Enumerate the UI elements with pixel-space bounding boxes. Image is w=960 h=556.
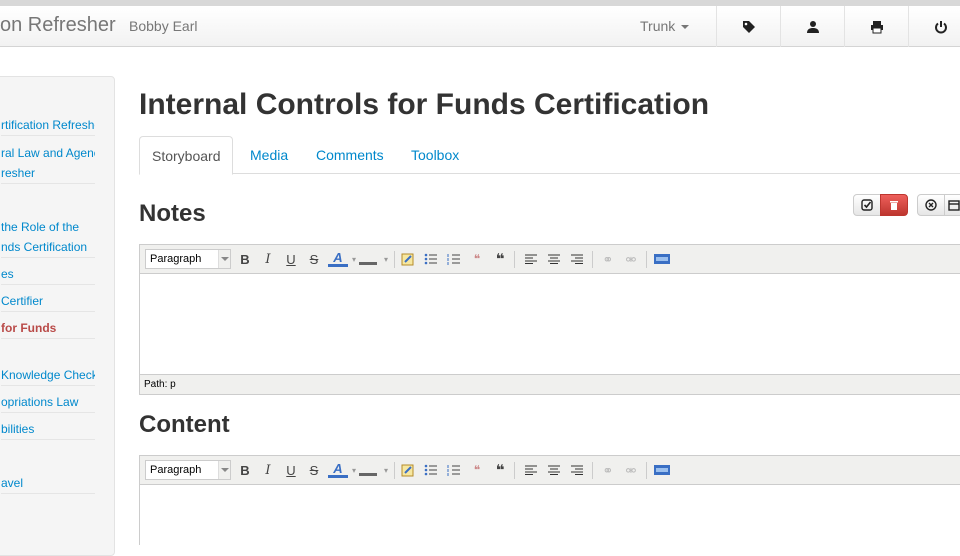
italic-icon[interactable]: I: [258, 461, 278, 480]
app-brand[interactable]: on Refresher: [0, 14, 116, 37]
sidebar: rtification Refresher ral Law and Agency…: [0, 76, 115, 556]
power-icon: [934, 20, 947, 33]
underline-icon[interactable]: U: [281, 250, 301, 269]
align-left-icon[interactable]: [521, 461, 541, 480]
content-text-area[interactable]: [140, 485, 960, 545]
sidebar-item[interactable]: Certifier: [1, 291, 95, 312]
chevron-down-icon: [218, 461, 230, 479]
toolbar-separator: [514, 462, 515, 479]
check-icon: [861, 199, 873, 211]
sidebar-item[interactable]: the Role of the: [1, 217, 95, 237]
unlink-icon[interactable]: ⚮: [621, 250, 641, 269]
edit-icon[interactable]: [398, 461, 418, 480]
toolbar-separator: [646, 462, 647, 479]
branch-dropdown[interactable]: Trunk: [640, 18, 690, 34]
toolbar-separator: [646, 251, 647, 268]
tag-button[interactable]: [716, 6, 780, 47]
unquote-icon[interactable]: ❝: [467, 250, 487, 269]
background-color-icon[interactable]: [359, 250, 377, 265]
cancel-button[interactable]: [917, 194, 945, 216]
blockquote-icon[interactable]: ❝: [490, 461, 510, 480]
chevron-down-icon: [218, 250, 230, 268]
user-name[interactable]: Bobby Earl: [129, 18, 197, 34]
strikethrough-icon[interactable]: S: [304, 250, 324, 269]
background-color-dropdown-icon[interactable]: ▾: [376, 461, 396, 480]
sidebar-item[interactable]: es: [1, 264, 95, 285]
notes-editor: Paragraph B I U S A ▾ ▾ ❝ ❝ ⚭ ⚮ Path: p: [139, 244, 960, 395]
sidebar-item[interactable]: Knowledge Check: [1, 365, 95, 386]
print-button[interactable]: [844, 6, 908, 47]
content-heading: Content: [139, 411, 230, 438]
format-select[interactable]: Paragraph: [145, 249, 231, 269]
sidebar-item[interactable]: resher: [1, 163, 95, 184]
content-toolbar: Paragraph B I U S A ▾ ▾ ❝ ❝ ⚭ ⚮: [140, 456, 960, 485]
sidebar-item[interactable]: ral Law and Agency: [1, 143, 95, 163]
html-source-icon[interactable]: [652, 461, 672, 480]
format-select-label: Paragraph: [150, 253, 202, 265]
tab-bar: Storyboard Media Comments Toolbox: [139, 136, 960, 175]
sidebar-item[interactable]: opriations Law: [1, 392, 95, 413]
background-color-icon[interactable]: [359, 461, 377, 476]
bullet-list-icon[interactable]: [421, 461, 441, 480]
chevron-down-icon: [681, 25, 690, 30]
bold-icon[interactable]: B: [235, 461, 255, 480]
bullet-list-icon[interactable]: [421, 250, 441, 269]
notes-heading: Notes: [139, 200, 206, 227]
align-right-icon[interactable]: [567, 461, 587, 480]
delete-button[interactable]: [880, 194, 908, 216]
format-select[interactable]: Paragraph: [145, 460, 231, 480]
tab-storyboard[interactable]: Storyboard: [139, 136, 234, 175]
tab-toolbox[interactable]: Toolbox: [399, 136, 471, 174]
toolbar-separator: [394, 251, 395, 268]
sidebar-item[interactable]: avel: [1, 473, 95, 494]
align-left-icon[interactable]: [521, 250, 541, 269]
user-button[interactable]: [780, 6, 844, 47]
tab-media[interactable]: Media: [238, 136, 300, 174]
toolbar-separator: [394, 462, 395, 479]
tab-comments[interactable]: Comments: [304, 136, 396, 174]
italic-icon[interactable]: I: [258, 250, 278, 269]
toolbar-separator: [592, 462, 593, 479]
toolbar-separator: [592, 251, 593, 268]
format-select-label: Paragraph: [150, 464, 202, 476]
content-editor: Paragraph B I U S A ▾ ▾ ❝ ❝ ⚭ ⚮: [139, 455, 960, 545]
calendar-icon: [948, 200, 960, 211]
page-title: Internal Controls for Funds Certificatio…: [139, 88, 710, 121]
sidebar-item[interactable]: nds Certification: [1, 237, 95, 258]
link-icon[interactable]: ⚭: [598, 250, 618, 269]
strikethrough-icon[interactable]: S: [304, 461, 324, 480]
unquote-icon[interactable]: ❝: [467, 461, 487, 480]
underline-icon[interactable]: U: [281, 461, 301, 480]
align-center-icon[interactable]: [544, 250, 564, 269]
calendar-button[interactable]: [944, 194, 960, 216]
edit-icon[interactable]: [398, 250, 418, 269]
numbered-list-icon[interactable]: [444, 461, 464, 480]
top-navbar: on Refresher Bobby Earl Trunk: [0, 0, 960, 47]
align-right-icon[interactable]: [567, 250, 587, 269]
tag-icon: [742, 20, 755, 33]
link-icon[interactable]: ⚭: [598, 461, 618, 480]
logout-button[interactable]: [908, 6, 960, 47]
print-icon: [870, 20, 883, 33]
toolbar-separator: [514, 251, 515, 268]
align-center-icon[interactable]: [544, 461, 564, 480]
trash-icon: [890, 201, 898, 210]
background-color-dropdown-icon[interactable]: ▾: [376, 250, 396, 269]
user-icon: [806, 20, 819, 33]
close-circle-icon: [925, 199, 937, 211]
numbered-list-icon[interactable]: [444, 250, 464, 269]
unlink-icon[interactable]: ⚮: [621, 461, 641, 480]
notes-toolbar: Paragraph B I U S A ▾ ▾ ❝ ❝ ⚭ ⚮: [140, 245, 960, 274]
sidebar-item[interactable]: rtification Refresher: [1, 115, 95, 136]
html-source-icon[interactable]: [652, 250, 672, 269]
sidebar-item-active[interactable]: for Funds: [1, 318, 95, 339]
bold-icon[interactable]: B: [235, 250, 255, 269]
notes-text-area[interactable]: [140, 274, 960, 374]
branch-label: Trunk: [640, 18, 676, 34]
notes-path-bar: Path: p: [140, 374, 960, 394]
approve-button[interactable]: [853, 194, 881, 216]
blockquote-icon[interactable]: ❝: [490, 250, 510, 269]
sidebar-item[interactable]: bilities: [1, 419, 95, 440]
